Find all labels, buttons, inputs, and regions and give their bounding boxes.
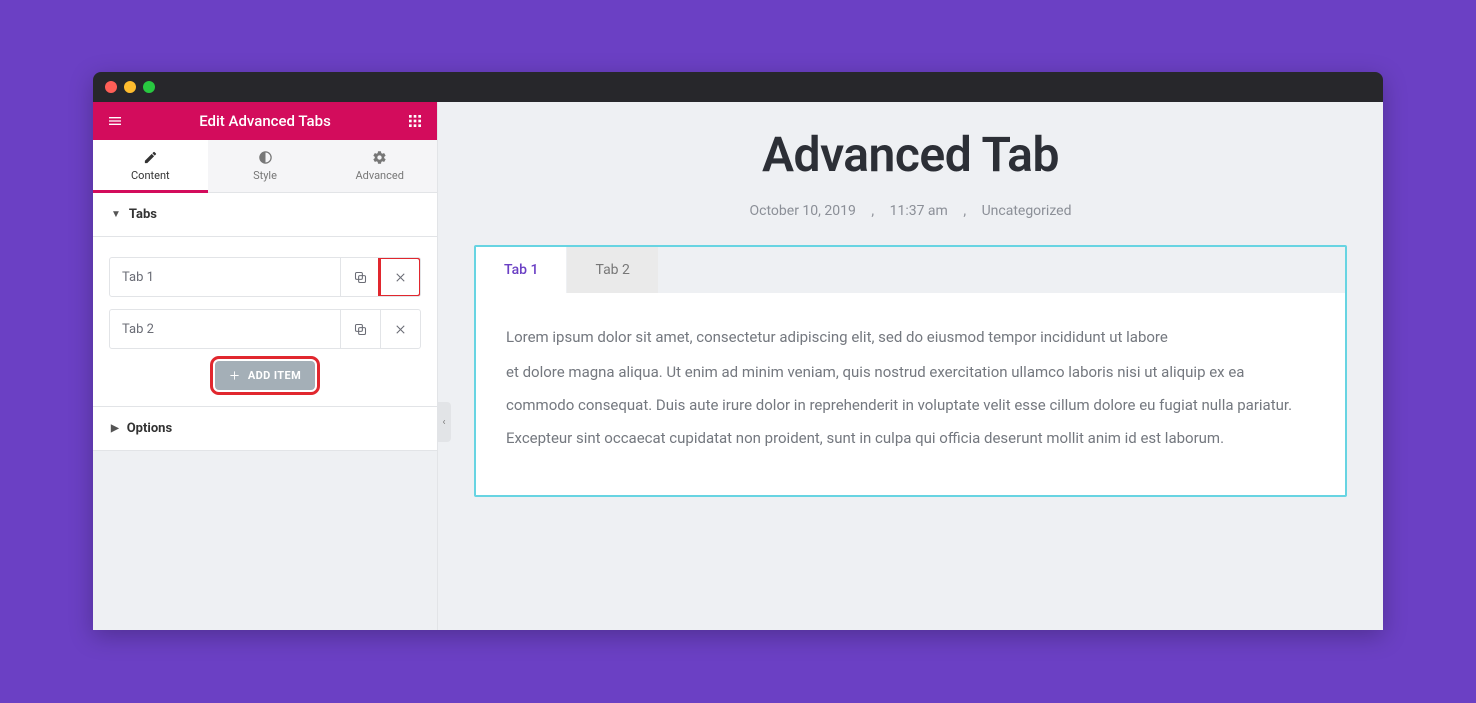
tab-style[interactable]: Style: [208, 140, 323, 192]
post-time: 11:37 am: [890, 203, 948, 219]
section-tabs-title: Tabs: [129, 207, 157, 222]
tab-item-row: Tab 2: [109, 309, 421, 349]
remove-button[interactable]: [380, 258, 420, 296]
tab-style-label: Style: [253, 169, 277, 182]
tab-nav: Tab 1 Tab 2: [476, 247, 1345, 293]
caret-down-icon: ▼: [111, 209, 121, 220]
sidebar-filler: [93, 451, 437, 630]
plus-icon: [229, 370, 240, 381]
chevron-left-icon: ‹: [442, 417, 445, 428]
collapse-sidebar-handle[interactable]: ‹: [437, 402, 451, 442]
editor-sidebar: Edit Advanced Tabs Content Style Advance…: [93, 102, 438, 630]
widget-tab-2[interactable]: Tab 2: [567, 247, 657, 293]
add-item-label: ADD ITEM: [248, 369, 301, 382]
tab-advanced-label: Advanced: [355, 169, 403, 182]
window-close-dot[interactable]: [105, 81, 117, 93]
copy-icon: [353, 270, 368, 285]
section-tabs-header[interactable]: ▼ Tabs: [93, 193, 437, 237]
close-icon: [393, 270, 408, 285]
section-options-title: Options: [127, 421, 172, 436]
apps-grid-icon[interactable]: [405, 111, 425, 131]
pencil-icon: [143, 150, 158, 165]
widget-tab-content: Lorem ipsum dolor sit amet, consectetur …: [476, 293, 1345, 495]
tab-item-row: Tab 1: [109, 257, 421, 297]
section-tabs-body: Tab 1 Tab 2: [93, 237, 437, 407]
advanced-tab-widget[interactable]: Tab 1 Tab 2 Lorem ipsum dolor sit amet, …: [474, 245, 1347, 497]
app-body: Edit Advanced Tabs Content Style Advance…: [93, 102, 1383, 630]
gear-icon: [372, 150, 387, 165]
window-zoom-dot[interactable]: [143, 81, 155, 93]
tab-item-label[interactable]: Tab 2: [110, 310, 340, 348]
titlebar: [93, 72, 1383, 102]
caret-right-icon: ▶: [111, 423, 119, 434]
menu-icon[interactable]: [105, 111, 125, 131]
sidebar-title: Edit Advanced Tabs: [125, 112, 405, 130]
tab-advanced[interactable]: Advanced: [322, 140, 437, 192]
widget-tab-1[interactable]: Tab 1: [476, 247, 566, 293]
close-icon: [393, 322, 408, 337]
sidebar-tabs: Content Style Advanced: [93, 140, 437, 193]
post-meta: October 10, 2019 , 11:37 am , Uncategori…: [474, 203, 1347, 219]
remove-button[interactable]: [380, 310, 420, 348]
window-minimize-dot[interactable]: [124, 81, 136, 93]
content-line-1: Lorem ipsum dolor sit amet, consectetur …: [506, 321, 1315, 354]
section-options-header[interactable]: ▶ Options: [93, 407, 437, 451]
app-window: Edit Advanced Tabs Content Style Advance…: [93, 72, 1383, 630]
post-date: October 10, 2019: [750, 203, 856, 219]
content-line-2: et dolore magna aliqua. Ut enim ad minim…: [506, 356, 1315, 455]
copy-icon: [353, 322, 368, 337]
sidebar-header: Edit Advanced Tabs: [93, 102, 437, 140]
tab-content[interactable]: Content: [93, 140, 208, 193]
add-item-button[interactable]: ADD ITEM: [215, 361, 315, 390]
duplicate-button[interactable]: [340, 310, 380, 348]
page-title: Advanced Tab: [474, 126, 1347, 183]
post-category[interactable]: Uncategorized: [982, 203, 1072, 219]
tab-content-label: Content: [131, 169, 170, 182]
contrast-icon: [258, 150, 273, 165]
preview-canvas: Advanced Tab October 10, 2019 , 11:37 am…: [438, 102, 1383, 630]
tab-item-label[interactable]: Tab 1: [110, 258, 340, 296]
duplicate-button[interactable]: [340, 258, 380, 296]
